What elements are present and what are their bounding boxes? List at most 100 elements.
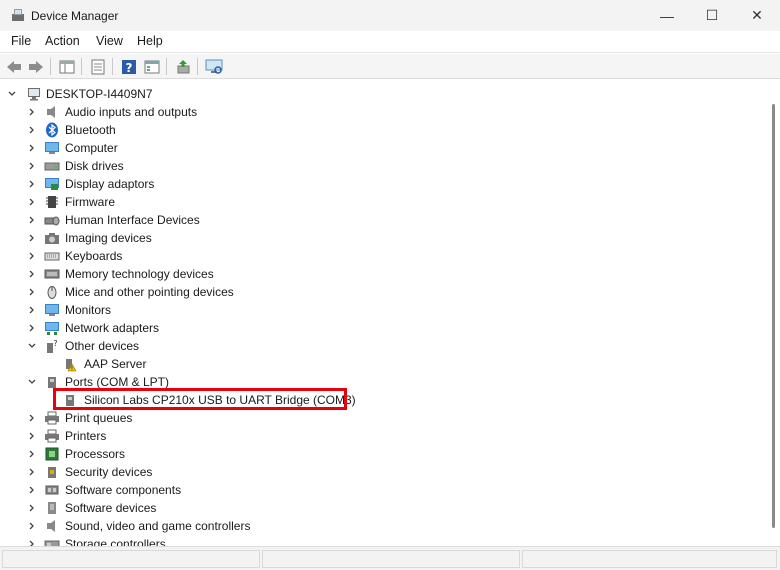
printer-icon [45,411,59,425]
chevron-right-icon[interactable] [27,502,37,514]
vertical-scrollbar[interactable] [767,80,780,546]
forward-icon [29,60,43,73]
chevron-down-icon[interactable] [27,376,37,388]
processor-icon [45,447,59,461]
scan-hardware-button[interactable] [204,57,224,76]
unknown-device-warning-icon: ! [66,359,77,373]
chevron-down-icon[interactable] [27,340,37,352]
status-pane [262,550,520,568]
tree-item-label: Human Interface Devices [65,213,200,227]
chevron-right-icon[interactable] [27,268,37,280]
chevron-right-icon[interactable] [27,538,37,546]
console-tree-button[interactable] [57,57,77,76]
chevron-right-icon[interactable] [27,430,37,442]
chevron-right-icon[interactable] [27,322,37,334]
tree-item-label: Network adapters [65,321,160,335]
tree-item-disk-drives[interactable]: Disk drives [0,157,767,175]
tree-item-memory[interactable]: Memory technology devices [0,265,767,283]
chevron-right-icon[interactable] [27,214,37,226]
chevron-right-icon[interactable] [27,304,37,316]
tree-child-label: AAP Server [84,357,147,371]
update-driver-button[interactable] [173,57,193,76]
chevron-right-icon[interactable] [27,484,37,496]
chevron-right-icon[interactable] [27,178,37,190]
tree-item-label: Printers [65,429,107,443]
memory-icon [44,269,60,279]
svg-text:!: ! [71,366,73,373]
tree-item-audio[interactable]: Audio inputs and outputs [0,103,767,121]
toolbar-separator [50,58,51,75]
tree-child-aap-server[interactable]: ! AAP Server [0,355,767,373]
tree-item-computer[interactable]: Computer [0,139,767,157]
tree-item-printers[interactable]: Printers [0,427,767,445]
tree-item-other-devices[interactable]: ? Other devices [0,337,767,355]
tree-root[interactable]: DESKTOP-I4409N7 [0,85,767,103]
tree-item-label: Other devices [65,339,140,353]
monitor-icon [45,304,59,316]
scrollbar-thumb[interactable] [772,104,775,528]
tree-item-label: Software devices [65,501,157,515]
tree-item-processors[interactable]: Processors [0,445,767,463]
tree-item-software-components[interactable]: Software components [0,481,767,499]
chevron-right-icon[interactable] [27,106,37,118]
chevron-right-icon[interactable] [27,160,37,172]
svg-text:?: ? [126,61,133,75]
chevron-right-icon[interactable] [27,142,37,154]
tree-item-label: Software components [65,483,182,497]
device-tree[interactable]: DESKTOP-I4409N7 Audio inputs and outputs… [0,80,767,546]
tree-item-label: Monitors [65,303,112,317]
forward-button[interactable] [26,57,46,76]
display-adapter-icon [45,178,59,190]
close-button[interactable]: ✕ [734,0,780,31]
software-device-icon [48,502,56,514]
tree-item-software-devices[interactable]: Software devices [0,499,767,517]
chevron-right-icon[interactable] [27,466,37,478]
tree-item-print-queues[interactable]: Print queues [0,409,767,427]
menu-file[interactable]: File [11,34,31,48]
disk-drive-icon [44,162,60,171]
tree-item-display-adaptors[interactable]: Display adaptors [0,175,767,193]
toolbar-separator [166,58,167,75]
tree-item-sound-video[interactable]: Sound, video and game controllers [0,517,767,535]
tree-item-imaging[interactable]: Imaging devices [0,229,767,247]
chevron-right-icon[interactable] [27,448,37,460]
hid-icon [44,216,60,226]
tree-item-storage-controllers[interactable]: Storage controllers [0,535,767,546]
menu-bar: File Action View Help [0,31,780,53]
scan-hardware-icon [205,59,223,74]
chevron-down-icon[interactable] [7,88,17,100]
tree-item-label: Display adaptors [65,177,155,191]
tree-item-firmware[interactable]: Firmware [0,193,767,211]
minimize-button[interactable]: — [644,0,690,31]
tree-item-label: Audio inputs and outputs [65,105,198,119]
maximize-button[interactable]: ☐ [689,0,735,31]
tree-item-mice[interactable]: Mice and other pointing devices [0,283,767,301]
tree-item-keyboards[interactable]: Keyboards [0,247,767,265]
menu-help[interactable]: Help [137,34,163,48]
tree-item-bluetooth[interactable]: Bluetooth [0,121,767,139]
back-button[interactable] [4,57,24,76]
view-button[interactable] [142,57,162,76]
chevron-right-icon[interactable] [27,232,37,244]
tree-item-security-devices[interactable]: Security devices [0,463,767,481]
chevron-right-icon[interactable] [27,124,37,136]
chevron-right-icon[interactable] [27,520,37,532]
status-pane [2,550,260,568]
firmware-icon [46,196,58,208]
tree-item-network-adapters[interactable]: Network adapters [0,319,767,337]
tree-item-label: Ports (COM & LPT) [65,375,170,389]
chevron-right-icon[interactable] [27,412,37,424]
tree-item-monitors[interactable]: Monitors [0,301,767,319]
tree-item-hid[interactable]: Human Interface Devices [0,211,767,229]
help-button[interactable]: ? [119,57,139,76]
menu-view[interactable]: View [96,34,123,48]
tree-item-label: Mice and other pointing devices [65,285,234,299]
chevron-right-icon[interactable] [27,286,37,298]
chevron-right-icon[interactable] [27,196,37,208]
chevron-right-icon[interactable] [27,250,37,262]
printer-icon [45,429,59,443]
computer-icon [28,88,40,101]
toolbar-separator [197,58,198,75]
properties-button[interactable] [88,57,108,76]
menu-action[interactable]: Action [45,34,80,48]
